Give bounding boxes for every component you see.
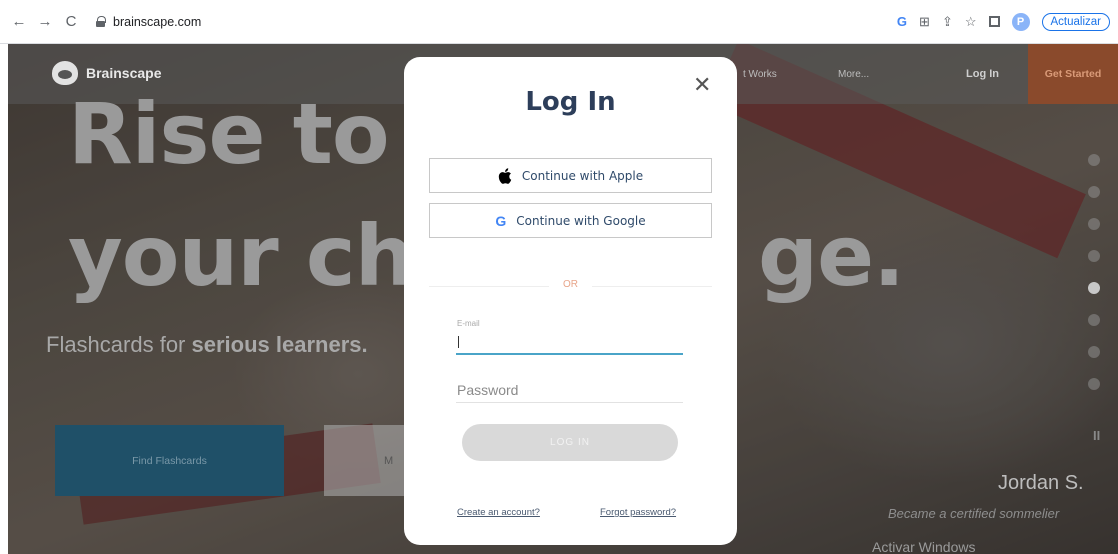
carousel-dot[interactable] xyxy=(1088,186,1100,198)
browser-toolbar: ← → C brainscape.com G ⊞ ⇪ ☆ P Actualiza… xyxy=(0,0,1118,44)
hero-headline-line2-end: ge. xyxy=(758,207,905,305)
continue-with-google-button[interactable]: G Continue with Google xyxy=(429,203,712,238)
reload-button[interactable]: C xyxy=(60,11,82,33)
carousel-dot-active[interactable] xyxy=(1088,282,1100,294)
carousel-pause-button[interactable]: II xyxy=(1093,428,1100,443)
nav-login-link[interactable]: Log In xyxy=(966,68,999,80)
side-panel-icon[interactable] xyxy=(988,16,1000,27)
carousel-dot[interactable] xyxy=(1088,378,1100,390)
subtitle-bold: serious learners. xyxy=(191,332,368,357)
profile-avatar[interactable]: P xyxy=(1011,12,1030,31)
text-caret xyxy=(458,336,459,348)
find-flashcards-button[interactable]: Find Flashcards xyxy=(55,425,284,496)
forgot-password-link[interactable]: Forgot password? xyxy=(600,507,676,518)
continue-with-apple-button[interactable]: Continue with Apple xyxy=(429,158,712,193)
carousel-dot[interactable] xyxy=(1088,154,1100,166)
log-in-button[interactable]: LOG IN xyxy=(462,424,678,461)
windows-activation-watermark: Activar Windows xyxy=(872,539,976,554)
create-account-link[interactable]: Create an account? xyxy=(457,507,540,518)
carousel-dot[interactable] xyxy=(1088,218,1100,230)
hero-headline-line1: Rise to xyxy=(68,85,390,183)
translate-icon[interactable]: ⊞ xyxy=(919,14,930,30)
subtitle-plain: Flashcards for xyxy=(46,332,192,357)
email-field[interactable] xyxy=(456,331,683,355)
hero-headline-line2: your ch xyxy=(68,207,415,305)
password-field[interactable] xyxy=(456,377,683,403)
hero-subtitle: Flashcards for serious learners. xyxy=(46,332,368,358)
forward-button[interactable]: → xyxy=(34,11,56,33)
back-button[interactable]: ← xyxy=(8,11,30,33)
logo-text: Brainscape xyxy=(86,65,162,81)
modal-title: Log In xyxy=(525,87,616,117)
url-text: brainscape.com xyxy=(113,14,202,29)
brain-logo-icon xyxy=(52,61,78,85)
apple-button-label: Continue with Apple xyxy=(521,168,644,183)
brainscape-logo[interactable]: Brainscape xyxy=(52,61,161,85)
nav-link-more[interactable]: More... xyxy=(838,69,869,80)
lock-icon xyxy=(96,16,106,27)
google-button-label: Continue with Google xyxy=(516,213,646,228)
nav-link-how-it-works[interactable]: t Works xyxy=(743,69,777,80)
carousel-dot[interactable] xyxy=(1088,314,1100,326)
toolbar-actions: G ⊞ ⇪ ☆ P Actualizar xyxy=(897,12,1110,31)
login-modal: ✕ Log In Continue with Apple G Continue … xyxy=(404,57,737,545)
carousel-dot[interactable] xyxy=(1088,250,1100,262)
share-icon[interactable]: ⇪ xyxy=(942,14,953,30)
testimonial-description: Became a certified sommelier xyxy=(888,506,1060,521)
testimonial-name: Jordan S. xyxy=(998,472,1084,494)
email-label: E-mail xyxy=(457,319,480,328)
bookmark-star-icon[interactable]: ☆ xyxy=(965,14,977,30)
apple-icon xyxy=(498,167,512,184)
carousel-dots xyxy=(1088,154,1100,390)
google-icon: G xyxy=(495,212,507,229)
update-button[interactable]: Actualizar xyxy=(1041,12,1110,31)
google-extension-icon[interactable]: G xyxy=(897,14,907,29)
address-bar[interactable]: brainscape.com xyxy=(96,15,201,29)
get-started-button[interactable]: Get Started xyxy=(1028,44,1118,104)
or-label: OR xyxy=(404,279,737,290)
carousel-dot[interactable] xyxy=(1088,346,1100,358)
